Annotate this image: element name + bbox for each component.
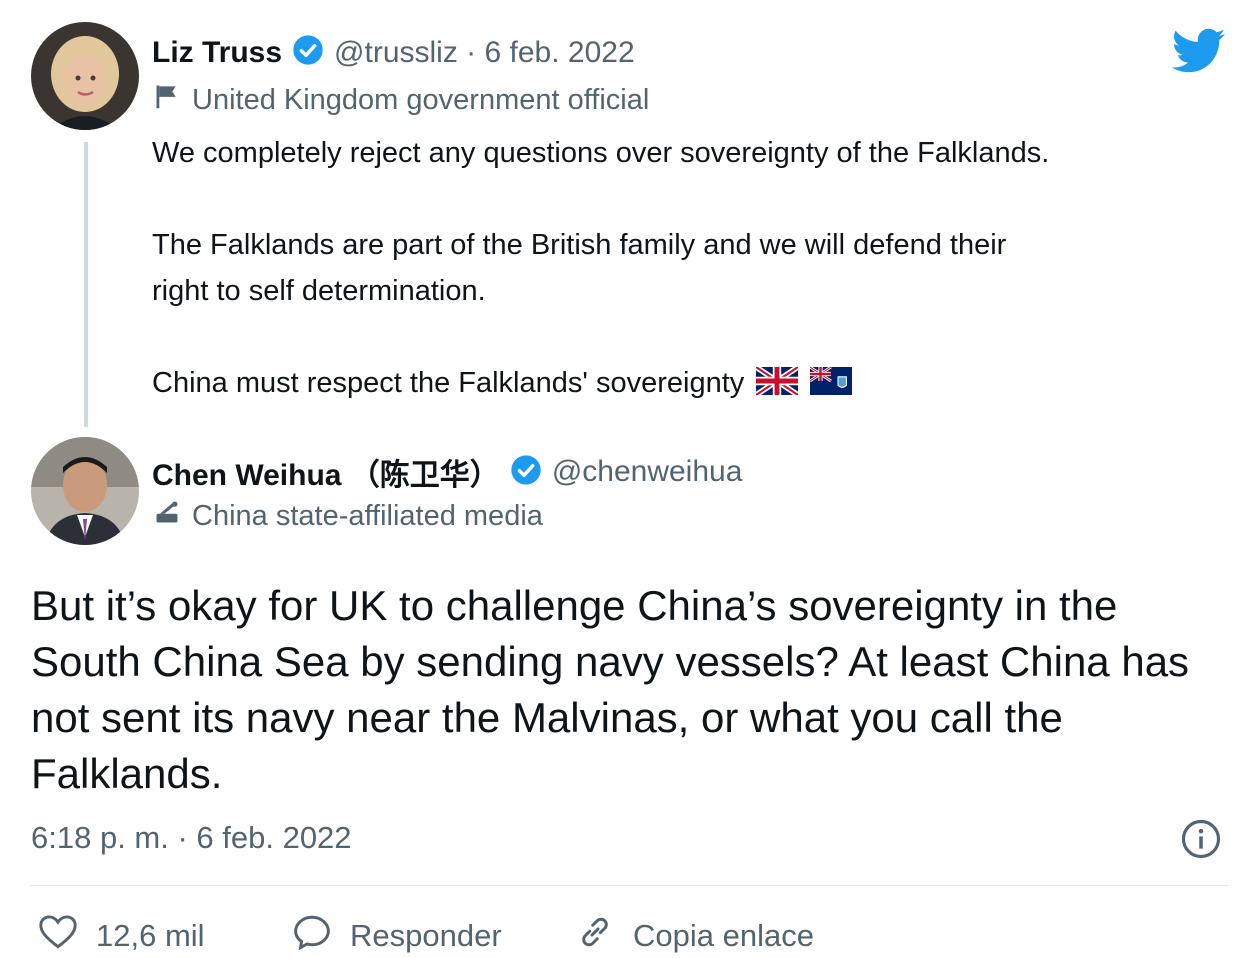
info-icon[interactable] bbox=[1180, 818, 1222, 865]
liz-truss-avatar[interactable] bbox=[31, 22, 139, 130]
copy-link-button[interactable]: Copia enlace bbox=[575, 914, 814, 958]
quoted-text-line-2: The Falklands are part of the British fa… bbox=[152, 229, 1007, 261]
link-icon bbox=[575, 914, 615, 958]
like-count: 12,6 mil bbox=[96, 918, 205, 953]
reply-author-label: China state-affiliated media bbox=[192, 499, 543, 532]
quoted-text-line-1: We completely reject any questions over … bbox=[152, 137, 1050, 169]
divider bbox=[30, 885, 1228, 886]
chen-weihua-avatar[interactable] bbox=[31, 437, 139, 545]
quoted-text-line-3: right to self determination. bbox=[152, 275, 486, 307]
reply-button[interactable]: Responder bbox=[292, 914, 502, 958]
heart-icon bbox=[38, 914, 78, 958]
verified-badge-icon bbox=[510, 454, 542, 491]
quoted-author-label: United Kingdom government official bbox=[192, 83, 650, 116]
flag-icon bbox=[152, 82, 182, 118]
quoted-author-name[interactable]: Liz Truss bbox=[152, 36, 282, 70]
thread-connector-line bbox=[84, 142, 88, 427]
reply-author-name[interactable]: Chen Weihua （陈卫华） bbox=[152, 450, 500, 494]
verified-badge-icon bbox=[292, 34, 324, 71]
state-media-icon bbox=[152, 498, 182, 534]
reply-label: Responder bbox=[350, 918, 502, 953]
falklands-flag-icon bbox=[809, 365, 853, 400]
reply-tweet-text: But it’s okay for UK to challenge China’… bbox=[31, 582, 1190, 797]
reply-icon bbox=[292, 914, 332, 958]
twitter-bird-icon[interactable] bbox=[1171, 28, 1226, 79]
quoted-text-line-4: China must respect the Falklands' sovere… bbox=[152, 367, 745, 399]
reply-timestamp[interactable]: 6:18 p. m. · 6 feb. 2022 bbox=[31, 820, 352, 856]
reply-handle[interactable]: @chenweihua bbox=[552, 455, 743, 489]
quoted-handle-date[interactable]: @trussliz · 6 feb. 2022 bbox=[334, 36, 635, 70]
uk-flag-icon bbox=[754, 364, 800, 400]
like-button[interactable]: 12,6 mil bbox=[38, 914, 205, 958]
copy-link-label: Copia enlace bbox=[633, 918, 814, 953]
